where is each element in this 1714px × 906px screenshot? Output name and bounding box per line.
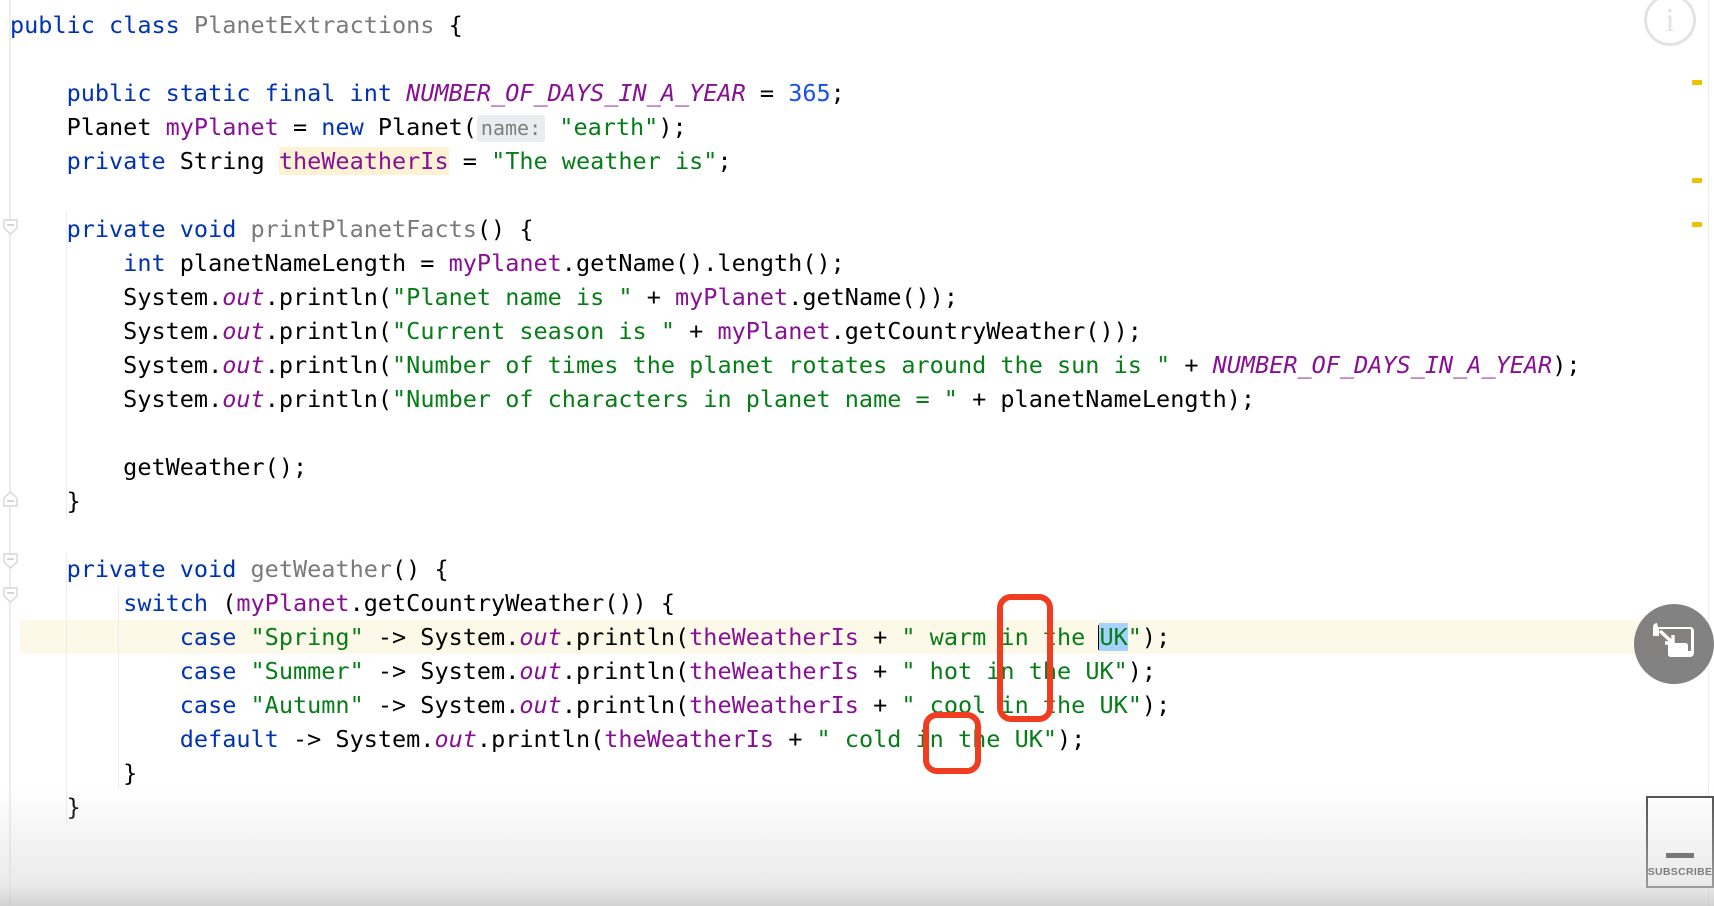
code-line[interactable]: Planet myPlanet = new Planet(name: "eart… <box>10 110 1710 144</box>
code-line[interactable]: public static final int NUMBER_OF_DAYS_I… <box>10 76 1710 110</box>
code-line-current[interactable]: case "Spring" -> System.out.println(theW… <box>10 620 1710 654</box>
code-line[interactable]: System.out.println("Number of characters… <box>10 382 1710 416</box>
code-line[interactable]: case "Summer" -> System.out.println(theW… <box>10 654 1710 688</box>
error-stripe-gutter[interactable] <box>1690 0 1714 906</box>
code-line[interactable]: } <box>10 756 1710 790</box>
subscribe-watermark-bar <box>1666 853 1694 858</box>
subscribe-watermark-label: SUBSCRIBE <box>1647 866 1713 878</box>
code-line[interactable]: private String theWeatherIs = "The weath… <box>10 144 1710 178</box>
parameter-hint: name: <box>476 115 546 142</box>
code-line[interactable]: public class PlanetExtractions { <box>10 8 1710 42</box>
code-line[interactable]: default -> System.out.println(theWeather… <box>10 722 1710 756</box>
code-line[interactable]: int planetNameLength = myPlanet.getName(… <box>10 246 1710 280</box>
miniplayer-button[interactable] <box>1634 604 1714 684</box>
code-text[interactable]: public class PlanetExtractions { public … <box>0 0 1714 906</box>
video-frame: public class PlanetExtractions { public … <box>0 0 1714 906</box>
subscribe-watermark[interactable]: SUBSCRIBE <box>1646 796 1714 888</box>
selected-text[interactable]: UK <box>1099 623 1128 651</box>
code-line[interactable]: getWeather(); <box>10 450 1710 484</box>
code-line[interactable]: private void printPlanetFacts() { <box>10 212 1710 246</box>
code-line[interactable]: private void getWeather() { <box>10 552 1710 586</box>
code-line[interactable]: switch (myPlanet.getCountryWeather()) { <box>10 586 1710 620</box>
code-line[interactable]: System.out.println("Number of times the … <box>10 348 1710 382</box>
warning-marker[interactable] <box>1692 80 1702 85</box>
code-line[interactable]: } <box>10 484 1710 518</box>
code-editor[interactable]: public class PlanetExtractions { public … <box>0 0 1714 906</box>
code-line[interactable]: case "Autumn" -> System.out.println(theW… <box>10 688 1710 722</box>
warning-marker[interactable] <box>1692 178 1702 183</box>
code-line[interactable]: System.out.println("Current season is " … <box>10 314 1710 348</box>
stripe-rail <box>1708 0 1709 906</box>
warning-marker[interactable] <box>1692 222 1702 227</box>
code-line[interactable]: System.out.println("Planet name is " + m… <box>10 280 1710 314</box>
code-line[interactable]: } <box>10 790 1710 824</box>
miniplayer-icon <box>1653 623 1695 665</box>
